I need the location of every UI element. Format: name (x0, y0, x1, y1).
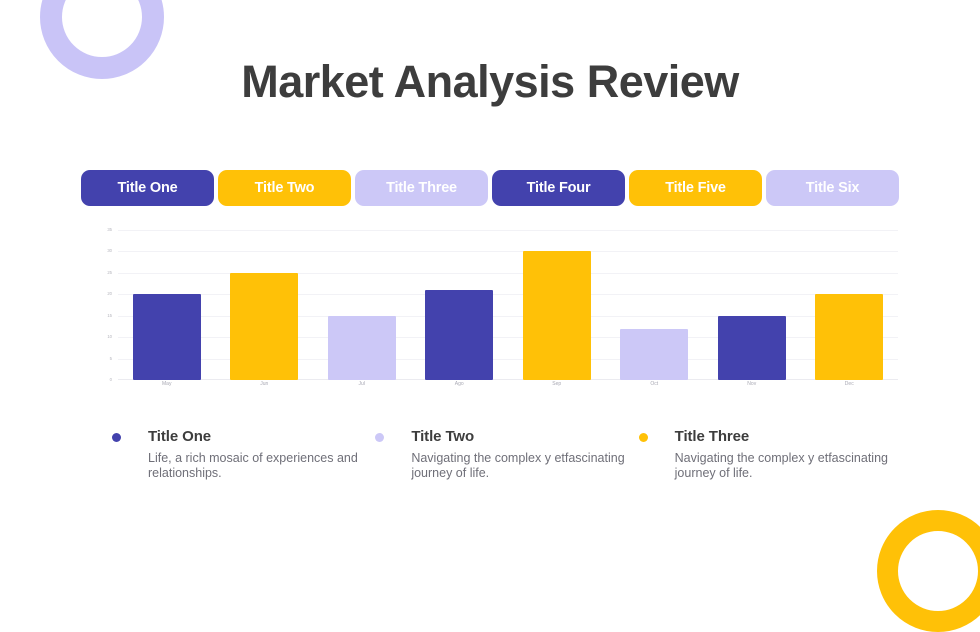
bar-slot (411, 230, 509, 380)
chart-x-axis: May Jun Jul Ago Sep Oct Nov Dec (118, 382, 898, 387)
legend-text-block: Title Two Navigating the complex y etfasc… (411, 428, 631, 482)
legend-item: Title One Life, a rich mosaic of experien… (112, 428, 375, 482)
y-axis-tick-label: 5 (109, 355, 112, 361)
bar-slot (118, 230, 216, 380)
legend-title: Title Three (674, 428, 750, 445)
y-axis-tick-label: 35 (107, 226, 112, 232)
legend-title: Title One (148, 428, 212, 445)
x-axis-tick-label: Oct (650, 381, 659, 387)
bar-slot (216, 230, 314, 380)
y-axis-tick-label: 15 (107, 312, 112, 318)
bar-dec[interactable] (815, 294, 884, 380)
tab-title-one[interactable]: Title One (81, 170, 214, 206)
legend-text-block: Title Three Navigating the complex y etfa… (675, 428, 895, 482)
bar-slot (313, 230, 411, 380)
legend-item: Title Two Navigating the complex y etfasc… (375, 428, 638, 482)
decorative-ring-bottom-right-icon (877, 510, 980, 632)
bar-jun[interactable] (230, 272, 299, 380)
bar-ago[interactable] (425, 290, 494, 380)
tab-title-six[interactable]: Title Six (766, 170, 899, 206)
y-axis-tick-label: 25 (107, 269, 112, 275)
y-axis-tick-label: 10 (107, 334, 112, 340)
chart-y-axis: 0 5 10 15 20 25 30 35 (92, 226, 112, 382)
page-title: Market Analysis Review (241, 56, 739, 107)
chart-plot-area (118, 230, 898, 380)
x-axis-tick-label: Ago (454, 381, 464, 387)
legend-color-dot-icon (112, 433, 121, 442)
legend-description: Navigating the complex y etfascinating j… (674, 450, 888, 481)
bar-nov[interactable] (717, 315, 786, 380)
x-axis-tick-label: Jun (260, 381, 269, 387)
tab-title-five[interactable]: Title Five (629, 170, 762, 206)
legend-title: Title Two (411, 428, 475, 445)
bar-slot (508, 230, 606, 380)
legend-description: Life, a rich mosaic of experiences and r… (148, 450, 358, 481)
chart-bars (118, 230, 898, 380)
bar-jul[interactable] (327, 315, 396, 380)
tab-title-two[interactable]: Title Two (218, 170, 351, 206)
bar-slot (703, 230, 801, 380)
legend-color-dot-icon (638, 433, 648, 442)
x-axis-tick-label: May (162, 381, 172, 387)
legend-color-dot-icon (375, 433, 385, 442)
legend-description: Navigating the complex y etfascinating j… (411, 450, 625, 481)
y-axis-tick-label: 30 (107, 248, 112, 254)
y-axis-tick-label: 20 (107, 291, 112, 297)
tab-title-four[interactable]: Title Four (492, 170, 625, 206)
bar-chart: 0 5 10 15 20 25 30 35 May Jun Jul Ago Sep Oct Nov Dec (92, 226, 898, 390)
legend-text-block: Title One Life, a rich mosaic of experien… (148, 428, 368, 482)
x-axis-tick-label: Jul (358, 381, 365, 387)
x-axis-tick-label: Dec (844, 381, 854, 387)
x-axis-tick-label: Nov (747, 381, 757, 387)
bar-slot (801, 230, 899, 380)
legend-item: Title Three Navigating the complex y etfa… (638, 428, 902, 482)
bar-sep[interactable] (522, 251, 591, 380)
tab-row: Title One Title Two Title Three Title Four T… (81, 170, 899, 206)
bar-slot (606, 230, 704, 380)
x-axis-tick-label: Sep (552, 381, 562, 387)
tab-title-three[interactable]: Title Three (355, 170, 488, 206)
bar-oct[interactable] (620, 328, 689, 380)
y-axis-tick-label: 0 (109, 376, 112, 382)
legend-row: Title One Life, a rich mosaic of experien… (112, 428, 902, 482)
bar-may[interactable] (132, 294, 201, 380)
